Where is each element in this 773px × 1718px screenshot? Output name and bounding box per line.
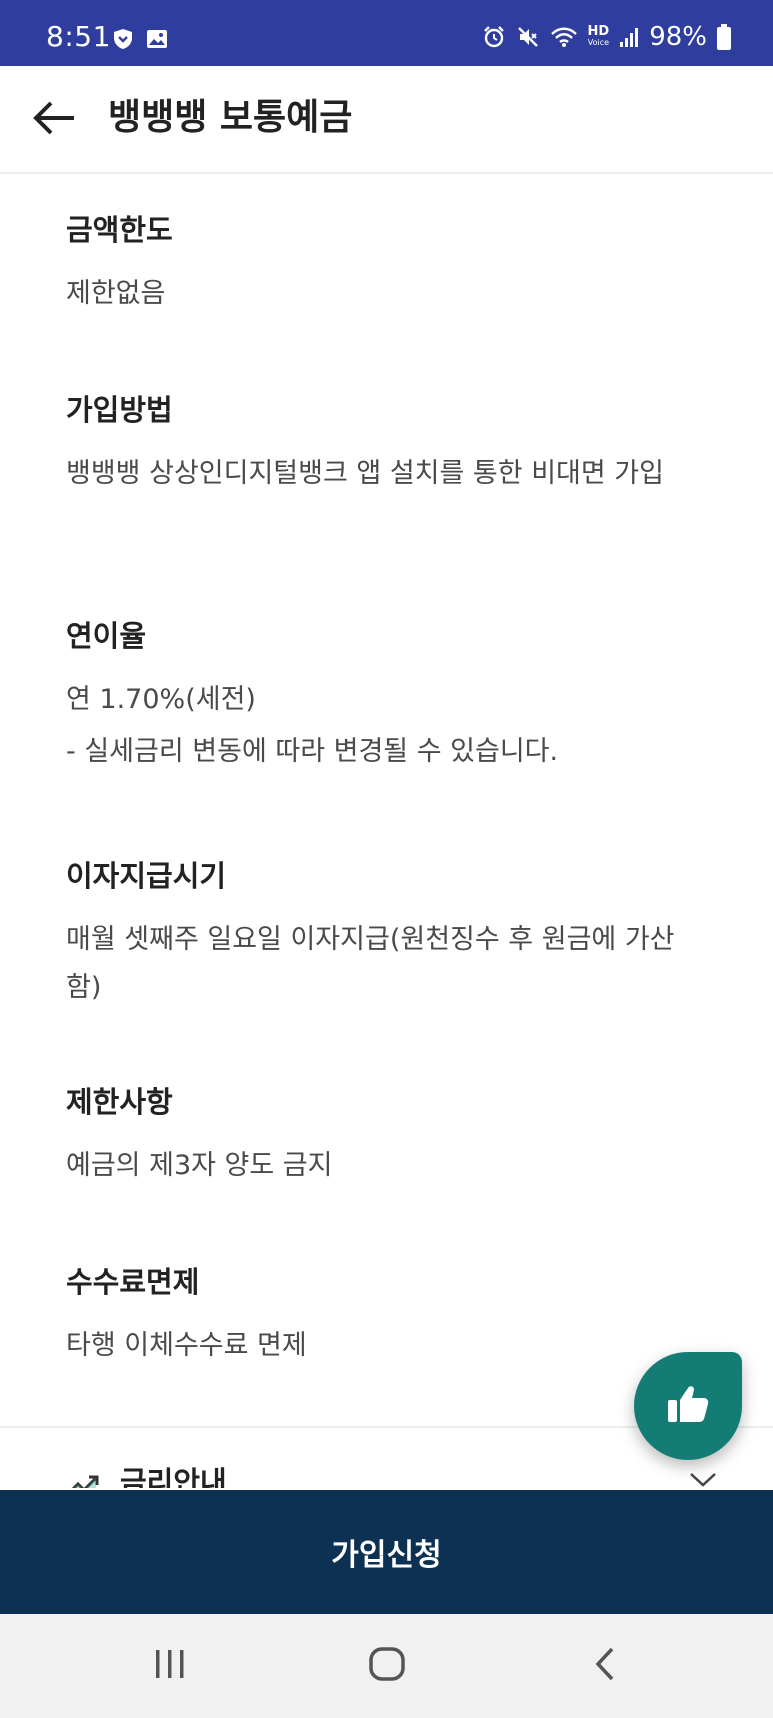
status-right-icons: HD Voice 98% bbox=[482, 22, 731, 52]
recent-apps-button[interactable] bbox=[140, 1644, 200, 1688]
shield-icon bbox=[112, 28, 134, 50]
image-icon bbox=[146, 28, 168, 50]
battery-icon bbox=[717, 24, 731, 50]
section-signup-method: 가입방법 뱅뱅뱅 상상인디지털뱅크 앱 설치를 통한 비대면 가입 bbox=[66, 390, 706, 498]
mute-icon bbox=[516, 25, 540, 49]
section-body: 타행 이체수수료 면제 bbox=[66, 1330, 307, 1361]
home-button[interactable] bbox=[357, 1644, 417, 1688]
section-title: 연이율 bbox=[66, 619, 147, 653]
rate-info-label: 금리안내 bbox=[120, 1465, 227, 1488]
page-title: 뱅뱅뱅 보통예금 bbox=[108, 97, 353, 138]
section-title: 제한사항 bbox=[66, 1085, 173, 1119]
thumbs-up-icon bbox=[666, 1384, 710, 1428]
section-body: 뱅뱅뱅 상상인디지털뱅크 앱 설치를 통한 비대면 가입 bbox=[66, 458, 664, 489]
feedback-fab[interactable] bbox=[634, 1352, 742, 1460]
wifi-icon bbox=[550, 26, 578, 48]
section-restrictions: 제한사항 예금의 제3자 양도 금지 bbox=[66, 1082, 706, 1190]
alarm-icon bbox=[482, 25, 506, 49]
section-amount-limit: 금액한도 제한없음 bbox=[66, 210, 706, 318]
section-body: 매월 셋째주 일요일 이자지급(원천징수 후 원금에 가산함) bbox=[66, 924, 675, 1003]
status-time: 8:51 bbox=[46, 20, 111, 53]
status-left-icons bbox=[112, 28, 168, 50]
battery-percentage: 98% bbox=[649, 22, 707, 52]
section-body: 예금의 제3자 양도 금지 bbox=[66, 1150, 333, 1181]
status-bar: 8:51 HD Voice 98% bbox=[0, 0, 773, 66]
apply-button[interactable]: 가입신청 bbox=[0, 1490, 773, 1614]
section-title: 이자지급시기 bbox=[66, 859, 227, 893]
section-title: 금액한도 bbox=[66, 213, 173, 247]
section-body: 제한없음 bbox=[66, 278, 166, 309]
back-nav-button[interactable] bbox=[574, 1644, 634, 1688]
hd-voice-icon: HD Voice bbox=[587, 24, 610, 47]
section-title: 수수료면제 bbox=[66, 1265, 200, 1299]
back-button[interactable] bbox=[28, 94, 80, 146]
arrow-left-icon bbox=[32, 100, 76, 140]
signal-icon bbox=[619, 26, 639, 48]
section-annual-rate: 연이율 연 1.70%(세전) - 실세금리 변동에 따라 변경될 수 있습니다… bbox=[66, 616, 706, 772]
trending-up-icon bbox=[66, 1472, 102, 1488]
section-title: 가입방법 bbox=[66, 393, 173, 427]
section-note: - 실세금리 변동에 따라 변경될 수 있습니다. bbox=[66, 736, 559, 767]
home-icon bbox=[368, 1646, 406, 1686]
section-interest-payment: 이자지급시기 매월 셋째주 일요일 이자지급(원천징수 후 원금에 가산함) bbox=[66, 856, 706, 1012]
app-header: 뱅뱅뱅 보통예금 bbox=[0, 66, 773, 174]
section-body: 연 1.70%(세전) bbox=[66, 684, 256, 715]
chevron-down-icon bbox=[689, 1472, 717, 1488]
section-fee-waiver: 수수료면제 타행 이체수수료 면제 bbox=[66, 1262, 706, 1370]
system-nav-bar bbox=[0, 1614, 773, 1718]
recent-apps-icon bbox=[153, 1648, 187, 1684]
back-icon bbox=[592, 1646, 616, 1686]
